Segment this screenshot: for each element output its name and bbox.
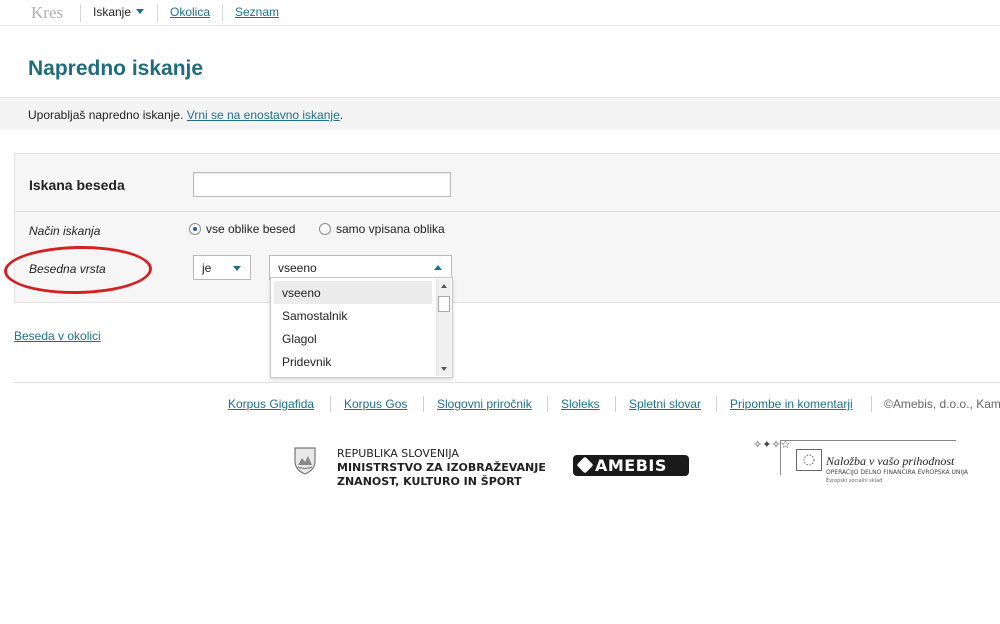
search-word-input[interactable] <box>193 172 451 197</box>
ministry-line-1: REPUBLIKA SLOVENIJA <box>337 447 459 460</box>
amebis-logo: AMEBIS <box>573 455 689 476</box>
dropdown-option-samostalnik[interactable]: Samostalnik <box>274 304 432 327</box>
dropdown-option-glagol[interactable]: Glagol <box>274 327 432 350</box>
nav-divider <box>222 4 223 22</box>
info-band: Uporabljaš napredno iskanje. Vrni se na … <box>0 97 1000 130</box>
pos-value-selected: vseeno <box>278 261 317 275</box>
page-title: Napredno iskanje <box>28 57 204 80</box>
chevron-up-icon <box>434 265 442 270</box>
radio-all-forms[interactable]: vse oblike besed <box>189 222 295 236</box>
search-form-panel <box>14 153 1000 303</box>
nav-divider <box>80 4 81 22</box>
chevron-down-icon <box>136 9 145 14</box>
radio-exact-form[interactable]: samo vpisana oblika <box>319 222 445 236</box>
radio-checked-icon[interactable] <box>189 223 201 235</box>
footer-link-slogovni[interactable]: Slogovni priročnik <box>437 397 532 411</box>
dropdown-option-pridevnik[interactable]: Pridevnik <box>274 350 432 373</box>
search-mode-label: Način iskanja <box>29 224 101 238</box>
footer-separator <box>871 396 872 412</box>
footer-separator <box>330 396 331 412</box>
eu-subtitle: Operacijo delno financira Evropska unija <box>826 469 968 476</box>
pos-dropdown-list: vseeno Samostalnik Glagol Pridevnik <box>270 277 453 378</box>
amebis-mark-icon <box>576 456 594 474</box>
footer-link-sloleks[interactable]: Sloleks <box>561 397 600 411</box>
nav-item-okolica[interactable]: Okolica <box>170 5 210 19</box>
info-text: Uporabljaš napredno iskanje. Vrni se na … <box>28 108 343 122</box>
pos-operator-select[interactable]: je <box>193 255 251 280</box>
nav-item-label: Iskanje <box>93 5 132 19</box>
word-in-context-link[interactable]: Beseda v okolici <box>14 329 101 343</box>
footer-link-gos[interactable]: Korpus Gos <box>344 397 407 411</box>
footer-divider <box>14 382 1000 383</box>
eu-slogan: Naložba v vašo prihodnost <box>826 454 955 468</box>
row-divider <box>15 211 1000 212</box>
ministry-line-2: MINISTRSTVO ZA IZOBRAŽEVANJE <box>337 461 546 474</box>
dropdown-option-vseeno[interactable]: vseeno <box>274 281 432 304</box>
radio-unchecked-icon[interactable] <box>319 223 331 235</box>
scroll-down-icon[interactable] <box>437 362 451 376</box>
scroll-up-icon[interactable] <box>437 279 451 293</box>
footer-separator <box>615 396 616 412</box>
info-message: Uporabljaš napredno iskanje. <box>28 108 187 122</box>
dropdown-scrollbar[interactable] <box>436 279 451 376</box>
amebis-logo-text: AMEBIS <box>595 456 667 475</box>
chevron-down-icon <box>233 266 241 271</box>
nav-item-iskanje[interactable]: Iskanje <box>93 5 145 19</box>
nav-item-seznam[interactable]: Seznam <box>235 5 279 19</box>
slovenia-coat-of-arms-icon <box>294 447 316 475</box>
top-nav: Kres Iskanje Okolica Seznam <box>0 0 1000 26</box>
radio-all-forms-label: vse oblike besed <box>206 222 296 236</box>
info-suffix: . <box>339 108 344 122</box>
ministry-line-3: ZNANOST, KULTURO IN ŠPORT <box>337 475 522 488</box>
footer-link-gigafida[interactable]: Korpus Gigafida <box>228 397 314 411</box>
footer-separator <box>423 396 424 412</box>
simple-search-link[interactable]: Vrni se na enostavno iskanje <box>187 108 340 122</box>
footer-link-pripombe[interactable]: Pripombe in komentarji <box>730 397 853 411</box>
eu-flag-icon <box>796 449 822 471</box>
scrollbar-thumb[interactable] <box>438 296 450 312</box>
footer-separator <box>547 396 548 412</box>
nav-divider <box>157 4 158 22</box>
footer-link-spletni-slovar[interactable]: Spletni slovar <box>629 397 701 411</box>
radio-exact-form-label: samo vpisana oblika <box>336 222 445 236</box>
eu-fund: Evropski socialni sklad <box>826 478 883 484</box>
pos-operator-value: je <box>202 261 212 275</box>
brand-logo[interactable]: Kres <box>31 3 63 23</box>
copyright-text: ©Amebis, d.o.o., Kam <box>884 397 1000 411</box>
search-word-label: Iskana beseda <box>29 177 125 193</box>
footer-separator <box>716 396 717 412</box>
